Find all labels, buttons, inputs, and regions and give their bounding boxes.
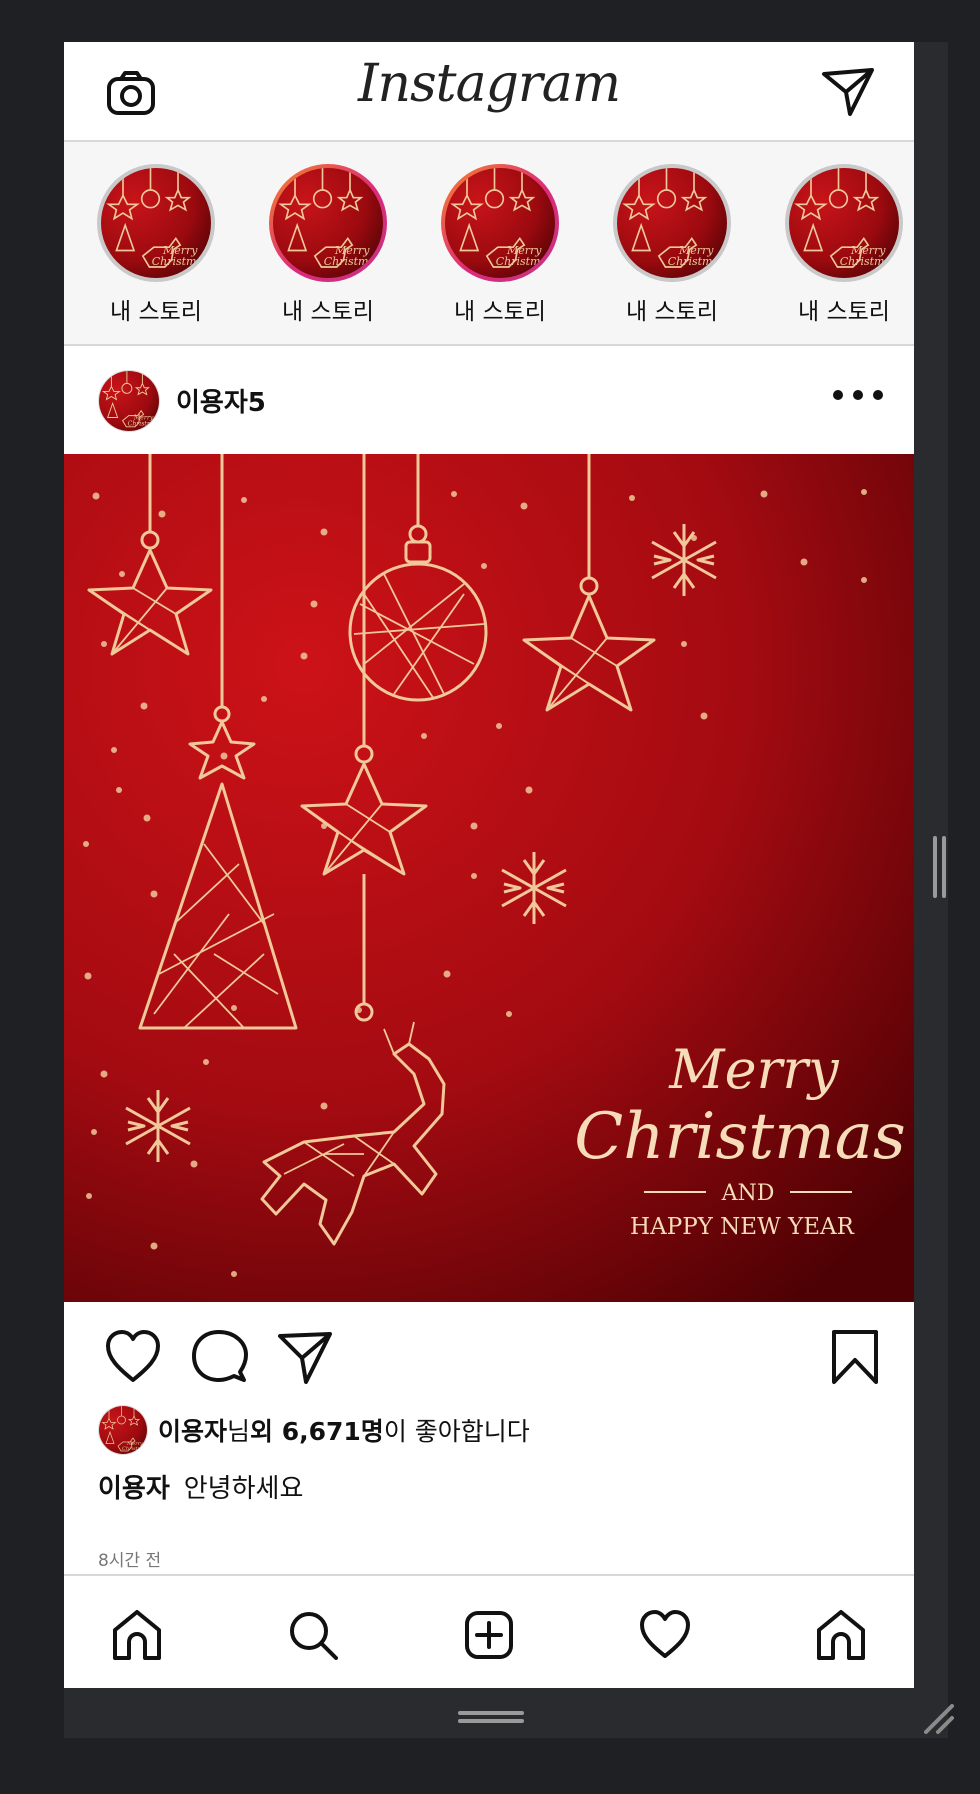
likes-count[interactable]: 외 6,671명 (250, 1412, 384, 1448)
bookmark-icon[interactable] (826, 1328, 884, 1386)
caption-username[interactable]: 이용자 (98, 1474, 170, 1504)
instagram-logo[interactable]: Instagram (64, 54, 914, 114)
story-avatar (617, 168, 727, 278)
story-avatar (445, 168, 555, 278)
story-item[interactable]: 내 스토리 (602, 164, 742, 326)
story-item[interactable]: 내 스토리 (86, 164, 226, 326)
greeting-christmas: Christmas (574, 1100, 906, 1174)
greeting-and: AND (721, 1181, 775, 1206)
profile-home-icon[interactable] (814, 1608, 868, 1662)
caption-text: 안녕하세요 (183, 1474, 304, 1504)
post-actions (64, 1302, 914, 1402)
greeting-new-year: HAPPY NEW YEAR (630, 1214, 855, 1240)
greeting-merry: Merry (668, 1038, 840, 1101)
bottom-navigation (64, 1574, 914, 1688)
heart-icon[interactable] (104, 1328, 162, 1386)
story-ring (441, 164, 559, 282)
post-header: 이용자5 (64, 346, 914, 454)
story-label: 내 스토리 (110, 299, 202, 325)
post-timestamp: 8시간 전 (98, 1551, 162, 1571)
story-label: 내 스토리 (798, 299, 890, 325)
story-avatar (101, 168, 211, 278)
resize-grip-icon[interactable] (922, 1702, 956, 1736)
story-item[interactable]: 내 스토리 (430, 164, 570, 326)
add-post-icon[interactable] (462, 1608, 516, 1662)
side-drag-handle-icon[interactable] (932, 836, 948, 898)
story-label: 내 스토리 (282, 299, 374, 325)
post-author-avatar[interactable] (98, 370, 160, 432)
story-ring (97, 164, 215, 282)
direct-message-icon[interactable] (820, 64, 876, 120)
top-bar: Instagram (64, 42, 914, 142)
activity-heart-icon[interactable] (638, 1608, 692, 1662)
post-caption: 이용자 안녕하세요 (98, 1468, 303, 1505)
bottom-drag-handle-icon[interactable] (458, 1710, 524, 1724)
more-options-icon[interactable] (830, 380, 886, 410)
stories-bar: 내 스토리 내 스토리 내 스토리 내 스토리 내 스토리 (64, 142, 914, 346)
liker-username[interactable]: 이용자 (158, 1412, 227, 1448)
post-author-username[interactable]: 이용자5 (176, 382, 266, 419)
share-icon[interactable] (276, 1328, 334, 1386)
post-image[interactable]: Merry Christmas AND HAPPY NEW YEAR (64, 454, 914, 1302)
story-item[interactable]: 내 스토리 (258, 164, 398, 326)
story-avatar (789, 168, 899, 278)
story-label: 내 스토리 (626, 299, 718, 325)
story-avatar (273, 168, 383, 278)
story-label: 내 스토리 (454, 299, 546, 325)
story-ring (785, 164, 903, 282)
story-item[interactable]: 내 스토리 (774, 164, 914, 326)
search-icon[interactable] (286, 1608, 340, 1662)
comment-icon[interactable] (190, 1328, 248, 1386)
liker-avatar (98, 1405, 148, 1455)
home-icon[interactable] (110, 1608, 164, 1662)
likes-suffix-2: 이 좋아합니다 (383, 1417, 530, 1446)
likes-suffix-1: 님 (227, 1417, 251, 1446)
story-ring (269, 164, 387, 282)
likes-summary[interactable]: 이용자 님 외 6,671명 이 좋아합니다 (98, 1404, 530, 1456)
phone-screen: Instagram 내 스토리 내 스토리 내 스토리 내 스토리 내 스토리 (64, 42, 914, 1688)
story-ring (613, 164, 731, 282)
